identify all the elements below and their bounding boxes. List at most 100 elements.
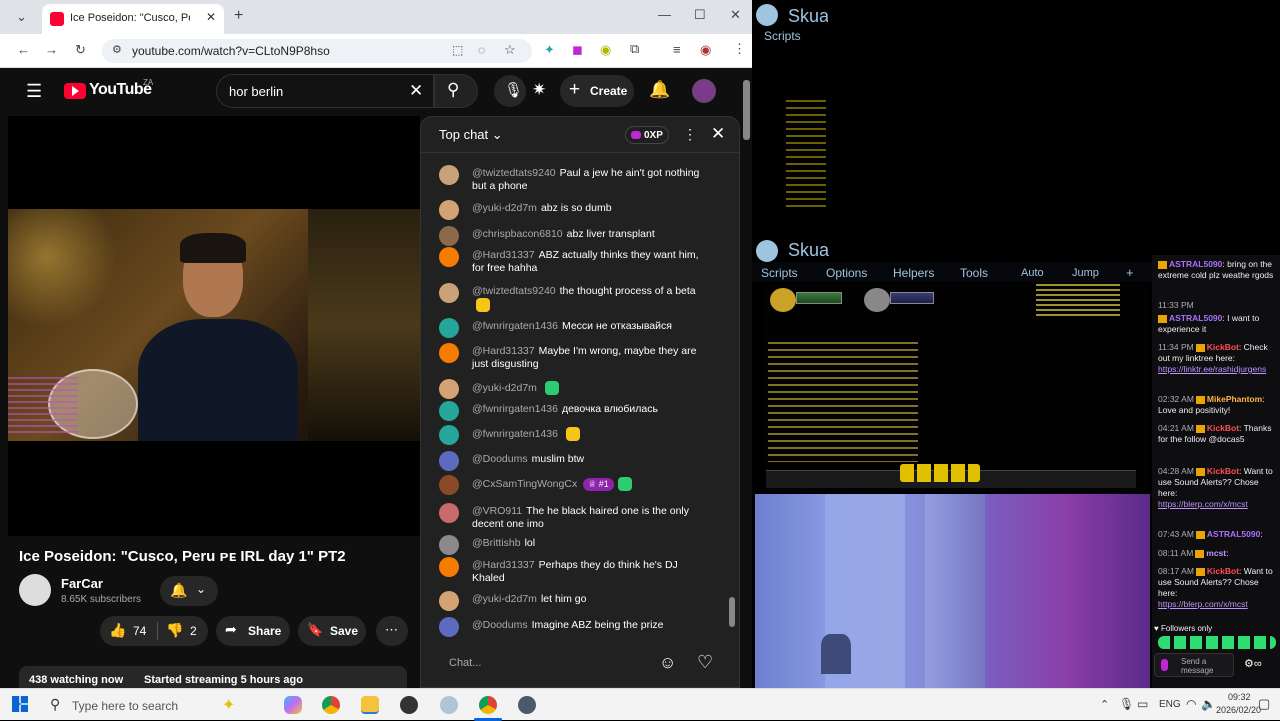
settings-icon[interactable]: ⚙∞ (1244, 659, 1262, 670)
twitch-chat-message[interactable]: 08:11 AM mcst: (1158, 548, 1276, 559)
chat-author-name[interactable]: @Hard31337 (472, 559, 535, 571)
skua-taskbar-icon[interactable] (518, 696, 536, 714)
twitch-chat-message[interactable]: ASTRAL5090: I want to experience it (1158, 313, 1276, 335)
twitch-username[interactable]: KickBot (1207, 342, 1239, 352)
share-button[interactable]: ➦ Share (216, 616, 290, 646)
chat-author-avatar[interactable] (439, 557, 459, 577)
chat-author-avatar[interactable] (439, 503, 459, 523)
twitch-chat-message[interactable]: 02:32 AM MikePhantom: Love and positivity… (1158, 394, 1276, 416)
chat-author-avatar[interactable] (439, 475, 459, 495)
twitch-username[interactable]: KickBot (1207, 423, 1239, 433)
chat-author-avatar[interactable] (439, 283, 459, 303)
create-button[interactable]: + Create (560, 75, 634, 107)
twitch-chat-message[interactable]: 04:21 AM KickBot: Thanks for the follow @… (1158, 423, 1276, 445)
omnibox[interactable]: ⚙ youtube.com/watch?v=CLtoN9P8hso ⬚ ◌ ☆ (102, 39, 532, 63)
avatar[interactable] (692, 79, 716, 103)
obs-icon[interactable] (400, 696, 418, 714)
twitch-message-link[interactable]: https://blerp.com/x/mcst (1158, 499, 1248, 509)
chat-author-name[interactable]: @fwnrirgaten1436 (472, 320, 558, 332)
gamepad-icon[interactable]: ✷ (532, 80, 546, 100)
twitch-message-link[interactable]: https://blerp.com/x/mcst (1158, 599, 1248, 609)
tab-active[interactable]: Ice Poseidon: "Cusco, Peru ✕ (42, 4, 224, 34)
skill-icons[interactable] (900, 464, 980, 482)
save-button[interactable]: 🔖 Save (298, 616, 366, 646)
twitch-chat-message[interactable]: 04:28 AM KickBot: Want to use Sound Alert… (1158, 466, 1276, 510)
new-tab-icon[interactable]: + (234, 7, 243, 25)
chat-author-name[interactable]: @fwnrirgaten1436 (472, 403, 558, 415)
menu-icon[interactable]: ⋮ (733, 41, 746, 57)
windows-start-icon[interactable] (12, 696, 28, 712)
chat-author-avatar[interactable] (439, 425, 459, 445)
skua-menu-helpers[interactable]: Helpers (893, 266, 934, 280)
skua-menu-jump[interactable]: Jump (1072, 267, 1099, 279)
search-input[interactable]: hor berlin ✕ (216, 74, 434, 108)
language-indicator[interactable]: ENG (1159, 699, 1181, 710)
clock-time[interactable]: 09:32 (1228, 692, 1251, 702)
network-icon[interactable]: ▭ (1137, 697, 1148, 711)
chat-more-icon[interactable]: ⋮ (683, 126, 697, 143)
chat-author-avatar[interactable] (439, 617, 459, 637)
chat-author-name[interactable]: @fwnrirgaten1436 (472, 428, 558, 440)
skua-menu-tools[interactable]: Tools (960, 266, 988, 280)
twitch-username[interactable]: mcst (1206, 548, 1226, 558)
chat-author-name[interactable]: @CxSamTingWongCx (472, 478, 577, 490)
chat-author-name[interactable]: @yuki-d2d7m (472, 382, 537, 394)
twitch-chat-message[interactable]: 08:17 AM KickBot: Want to use Sound Alert… (1158, 566, 1276, 610)
voice-search-button[interactable]: 🎙 (494, 75, 526, 107)
chat-scrollbar[interactable] (729, 597, 735, 627)
chat-close-icon[interactable]: ✕ (711, 124, 725, 144)
chat-input[interactable]: Chat... (439, 649, 649, 677)
more-actions-button[interactable]: ⋯ (376, 616, 408, 646)
page-scrollbar[interactable] (743, 80, 750, 140)
chat-author-avatar[interactable] (439, 200, 459, 220)
window-close-icon[interactable]: ✕ (730, 7, 741, 23)
chat-author-name[interactable]: @twiztedtats9240 (472, 285, 556, 297)
like-icon[interactable]: 👍 (109, 622, 126, 639)
skua-menu-auto[interactable]: Auto (1021, 267, 1044, 279)
extension-icon-1[interactable]: ✦ (544, 42, 555, 58)
microphone-tray-icon[interactable]: 🎙 (1119, 697, 1134, 711)
tray-chevron-icon[interactable]: ⌃ (1100, 698, 1109, 711)
chat-author-name[interactable]: @yuki-d2d7m (472, 202, 537, 214)
game-viewport[interactable] (766, 284, 1146, 492)
extension-icon-3[interactable]: ◉ (600, 42, 611, 58)
heart-icon[interactable]: ♡ (697, 652, 713, 673)
chrome-icon[interactable] (322, 696, 340, 714)
notification-icon[interactable]: ▢ (1258, 696, 1270, 712)
chat-author-avatar[interactable] (439, 591, 459, 611)
chat-author-avatar[interactable] (439, 318, 459, 338)
chat-author-avatar[interactable] (439, 247, 459, 267)
minimize-icon[interactable]: — (658, 7, 671, 22)
twitch-username[interactable]: ASTRAL5090 (1207, 529, 1260, 539)
taskbar-search[interactable]: ⚲ Type here to search ✦ (40, 691, 268, 719)
media-icon[interactable]: ≡ (673, 42, 681, 57)
star-icon[interactable]: ☆ (504, 42, 516, 58)
chat-author-name[interactable]: @VRO911 (472, 505, 522, 517)
tab-search-icon[interactable]: ⌄ (16, 9, 27, 25)
clear-search-icon[interactable]: ✕ (409, 81, 423, 101)
subscribe-bell-button[interactable]: 🔔 ⌄ (160, 576, 218, 606)
chat-author-avatar[interactable] (439, 379, 459, 399)
description-box[interactable]: 438 watching now Started streaming 5 hou… (19, 666, 407, 688)
twitch-message-link[interactable]: https://linktr.ee/rashidjurgens (1158, 364, 1266, 374)
eye-off-icon[interactable]: ◌ (478, 43, 485, 57)
profile-icon[interactable]: ◉ (700, 42, 711, 58)
chat-author-avatar[interactable] (439, 343, 459, 363)
chat-author-name[interactable]: @yuki-d2d7m (472, 593, 537, 605)
copilot-icon[interactable] (284, 696, 302, 714)
site-info-icon[interactable]: ⚙ (112, 43, 122, 56)
chat-author-avatar[interactable] (439, 226, 459, 246)
chat-author-name[interactable]: @Hard31337 (472, 345, 535, 357)
emote-row[interactable] (1158, 636, 1276, 649)
forward-icon[interactable]: → (45, 42, 58, 57)
chat-author-avatar[interactable] (439, 535, 459, 555)
file-explorer-icon[interactable] (361, 696, 379, 714)
hamburger-menu-icon[interactable]: ☰ (26, 81, 42, 102)
twitch-username[interactable]: MikePhantom (1207, 394, 1262, 404)
channel-avatar[interactable] (19, 574, 51, 606)
skua-menu-scripts[interactable]: Scripts (761, 266, 798, 280)
chat-author-avatar[interactable] (439, 401, 459, 421)
chat-author-avatar[interactable] (439, 165, 459, 185)
chat-author-name[interactable]: @Doodums (472, 619, 528, 631)
top-chat-dropdown[interactable]: Top chat ⌄ (439, 127, 503, 143)
